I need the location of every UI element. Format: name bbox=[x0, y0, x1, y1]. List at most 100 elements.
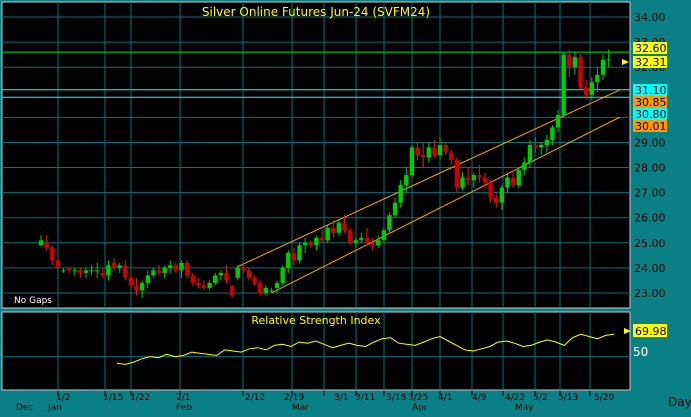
candle-body bbox=[533, 144, 538, 148]
candle-body bbox=[72, 270, 77, 272]
candle-body bbox=[370, 242, 375, 246]
candle-body bbox=[443, 144, 448, 153]
candle-body bbox=[263, 287, 268, 293]
candle-body bbox=[229, 285, 235, 296]
price-marker-value: 30.01 bbox=[635, 120, 667, 133]
date-tick-label: 2/19 bbox=[284, 393, 304, 403]
candle-body bbox=[44, 242, 49, 248]
candle-body bbox=[465, 177, 471, 181]
candle-body bbox=[286, 252, 291, 268]
price-panel bbox=[1, 1, 631, 309]
candle-body bbox=[50, 247, 55, 261]
candle-body bbox=[123, 265, 128, 278]
month-label: Mar bbox=[292, 403, 309, 413]
date-tick-label: 4/9 bbox=[472, 393, 487, 403]
candle-body bbox=[55, 260, 61, 268]
candle-body bbox=[128, 277, 134, 286]
candle-body bbox=[151, 270, 156, 276]
candle-body bbox=[550, 127, 555, 140]
price-tick-label: 28.00 bbox=[634, 162, 666, 175]
candle-body bbox=[404, 175, 409, 186]
candle-body bbox=[302, 242, 308, 246]
candle-body bbox=[83, 270, 89, 273]
candle-body bbox=[269, 290, 274, 292]
candle-body bbox=[499, 187, 505, 203]
candle-body bbox=[595, 74, 600, 83]
candle-body bbox=[95, 270, 100, 272]
candle-body bbox=[168, 265, 173, 268]
candle-body bbox=[274, 282, 280, 288]
candle-body bbox=[331, 227, 336, 233]
candle-body bbox=[387, 215, 392, 231]
date-tick-label: 1/2 bbox=[56, 393, 70, 403]
candle-body bbox=[297, 245, 302, 261]
date-tick-label: 5/2 bbox=[533, 393, 547, 403]
candle-body bbox=[488, 182, 493, 198]
candle-body bbox=[246, 270, 252, 278]
price-tick-label: 26.00 bbox=[634, 212, 666, 225]
rsi-title: Relative Strength Index bbox=[251, 314, 381, 327]
price-tick-label: 23.00 bbox=[634, 287, 666, 300]
candle-body bbox=[589, 82, 594, 95]
candle-body bbox=[61, 270, 66, 272]
candle-body bbox=[555, 114, 561, 128]
candle-body bbox=[117, 265, 122, 268]
chart-window: Silver Online Futures Jun-24 (SVFM24) No… bbox=[0, 0, 691, 413]
price-tick-label: 25.00 bbox=[634, 237, 666, 250]
candle-body bbox=[156, 270, 162, 273]
month-label: May bbox=[515, 403, 534, 413]
month-label: Feb bbox=[176, 403, 192, 413]
candle-body bbox=[538, 144, 544, 148]
candle-body bbox=[494, 197, 499, 203]
candle-body bbox=[606, 59, 611, 61]
candle-body bbox=[336, 222, 342, 233]
candle-body bbox=[381, 230, 387, 241]
candle-body bbox=[561, 54, 566, 115]
candle-body bbox=[505, 177, 510, 188]
candle-body bbox=[364, 237, 370, 243]
candle-body bbox=[257, 282, 263, 293]
candle-body bbox=[190, 275, 195, 283]
candle-body bbox=[353, 240, 358, 243]
candle-body bbox=[179, 262, 184, 271]
candle-body bbox=[510, 177, 516, 186]
candle-body bbox=[376, 240, 381, 246]
date-tick-label: 2/12 bbox=[245, 393, 265, 403]
candle-body bbox=[426, 147, 431, 158]
candle-body bbox=[544, 139, 549, 145]
candle-body bbox=[398, 185, 403, 203]
gaps-label: No Gaps bbox=[14, 296, 52, 306]
rsi-tick-50: 50 bbox=[633, 345, 648, 359]
price-marker-value: 32.60 bbox=[635, 42, 667, 55]
day-label: Day bbox=[668, 395, 691, 409]
candle-body bbox=[235, 267, 240, 278]
date-tick-label: 5/20 bbox=[594, 393, 614, 403]
rsi-marker-value: 69.98 bbox=[635, 325, 667, 338]
candle-body bbox=[145, 275, 150, 283]
candle-body bbox=[522, 162, 527, 171]
candle-body bbox=[454, 160, 460, 188]
candle-body bbox=[578, 57, 583, 88]
candle-body bbox=[196, 282, 201, 286]
candle-body bbox=[409, 147, 415, 176]
month-label: Apr bbox=[412, 403, 428, 413]
date-tick-label: 1/15 bbox=[103, 393, 123, 403]
candle-body bbox=[201, 285, 207, 288]
candle-body bbox=[106, 265, 111, 276]
candle-body bbox=[471, 175, 476, 181]
month-label: Jan bbox=[47, 403, 62, 413]
candle-body bbox=[420, 155, 426, 158]
candle-body bbox=[218, 272, 224, 276]
price-marker-value: 32.31 bbox=[635, 56, 667, 69]
price-tick-label: 29.00 bbox=[634, 136, 666, 149]
candle-body bbox=[241, 267, 246, 271]
candle-body bbox=[224, 272, 229, 281]
candle-body bbox=[66, 267, 72, 271]
date-tick-label: 3/18 bbox=[386, 393, 406, 403]
candle-body bbox=[567, 54, 572, 68]
month-label: Dec bbox=[16, 403, 33, 413]
candle-body bbox=[319, 237, 325, 241]
candle-body bbox=[600, 59, 606, 75]
candle-body bbox=[527, 144, 533, 163]
date-tick-label: 3/25 bbox=[408, 393, 428, 403]
